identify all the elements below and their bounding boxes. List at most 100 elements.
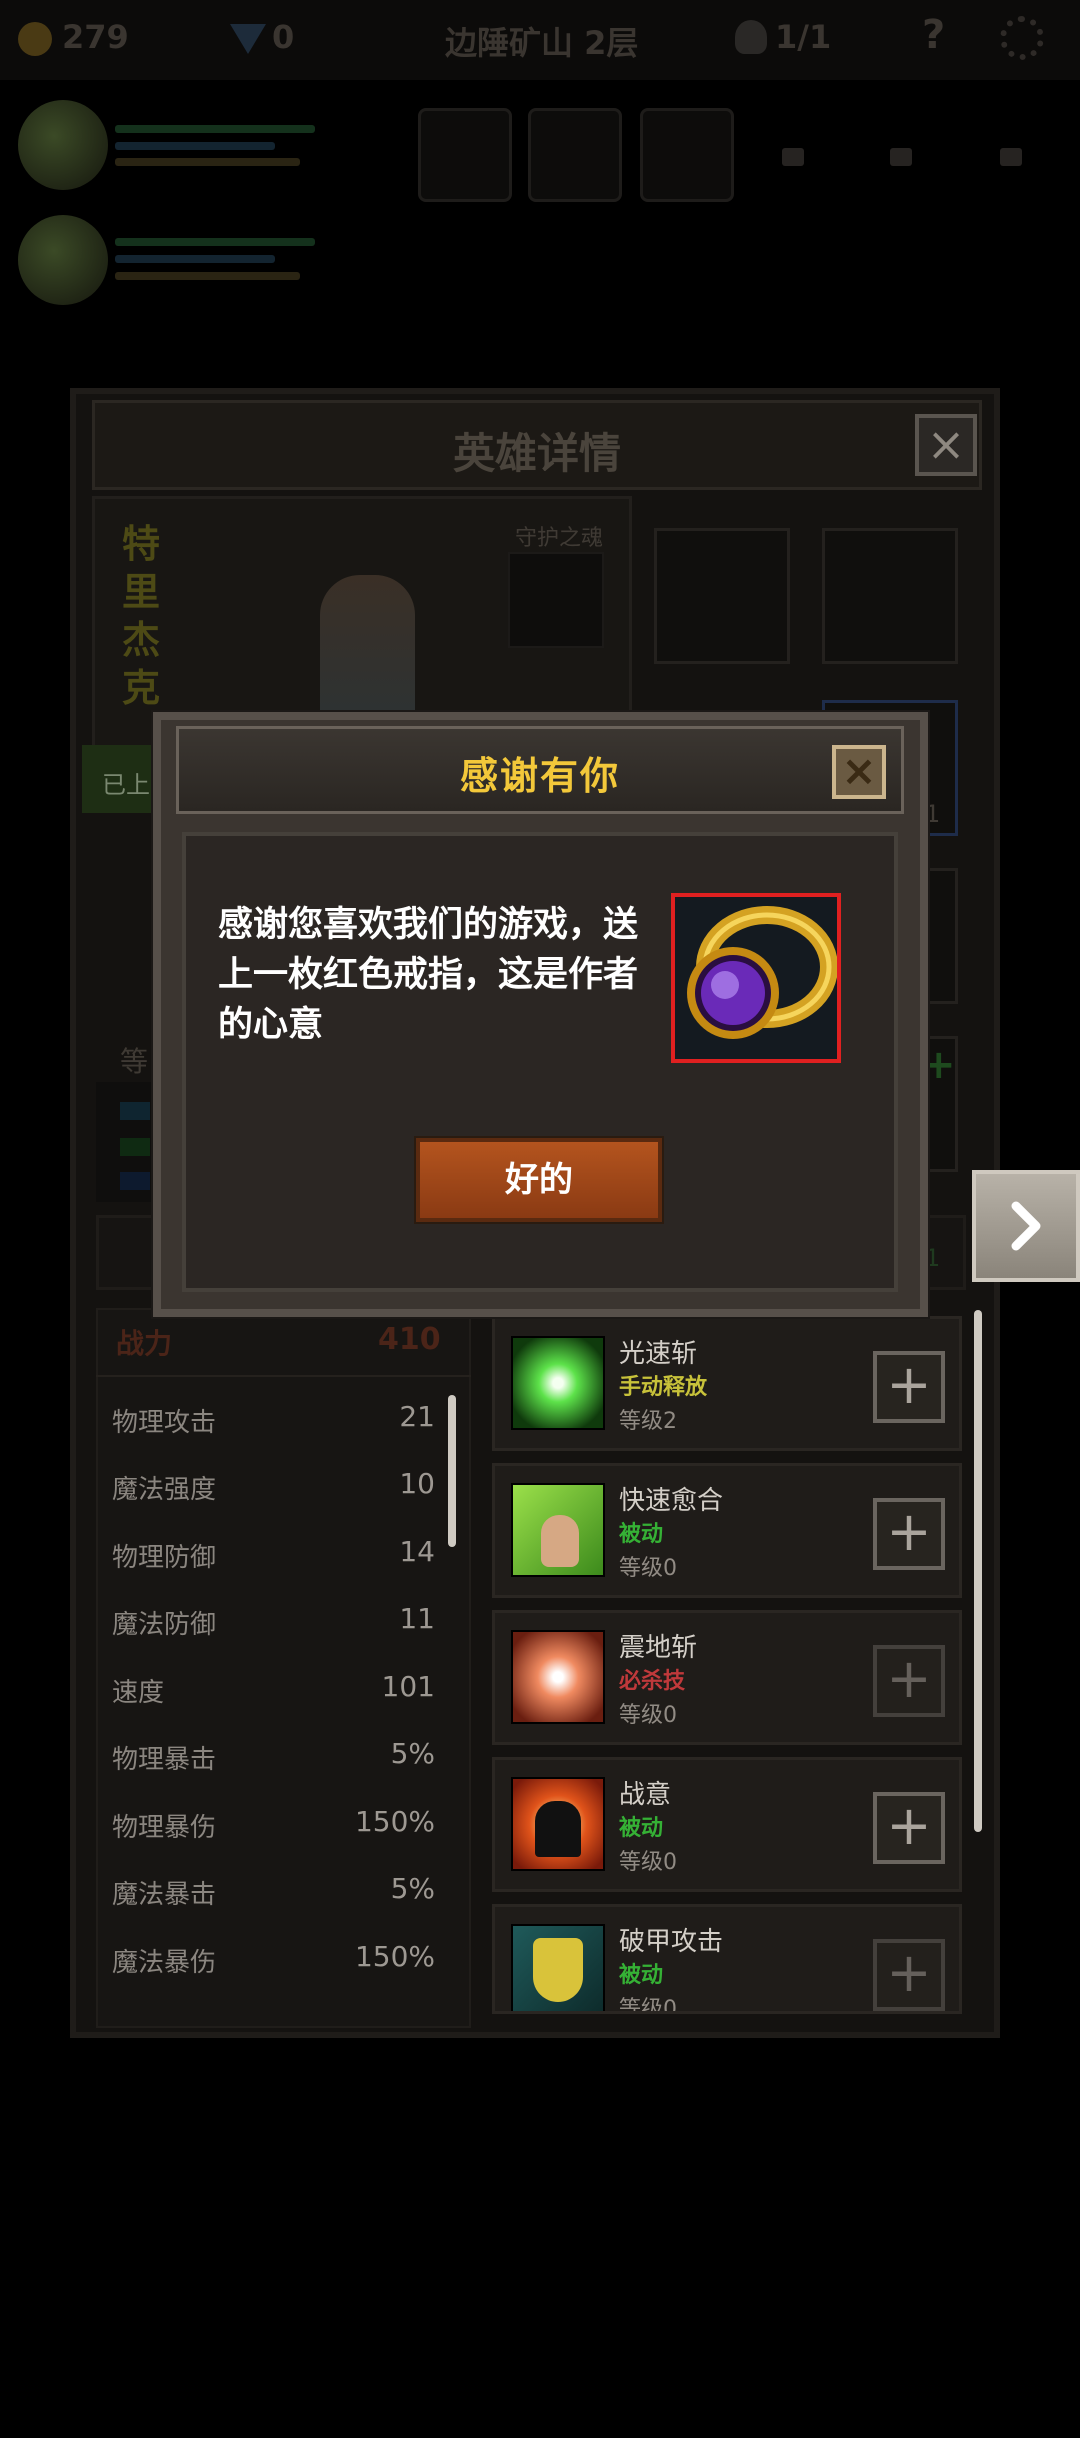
stat-value: 5% [390, 1737, 435, 1770]
power-label: 战力 [116, 1327, 173, 1360]
stat-row: 魔法暴击 5% [110, 1858, 435, 1924]
skill-type: 必杀技 [619, 1669, 686, 1694]
next-arrow-button[interactable] [972, 1170, 1080, 1282]
green-burst-icon [511, 1336, 605, 1430]
stat-name: 魔法强度 [112, 1475, 217, 1505]
skill-level: 等级2 [619, 1409, 677, 1434]
settings-gear-icon[interactable] [1000, 16, 1044, 60]
level-label: 等 [120, 1045, 149, 1078]
stat-value: 150% [354, 1805, 435, 1838]
stat-name: 魔法暴击 [112, 1880, 217, 1910]
lock-icon [1000, 148, 1022, 166]
healing-hand-icon [511, 1483, 605, 1577]
hero-1-mp-bar [115, 142, 275, 150]
attribute-bar-green [120, 1138, 150, 1156]
skull-icon [735, 20, 767, 54]
chevron-right-icon [1011, 1201, 1041, 1251]
party-slot-1[interactable] [418, 108, 512, 202]
enemy-count: 1/1 [775, 18, 832, 56]
red-burst-icon [511, 1630, 605, 1724]
stat-value: 11 [399, 1602, 435, 1635]
stat-row: 速度 101 [110, 1656, 435, 1722]
stat-name: 物理攻击 [112, 1408, 217, 1438]
power-value: 410 [378, 1322, 441, 1357]
dialog-message: 感谢您喜欢我们的游戏，送上一枚红色戒指，这是作者的心意 [218, 905, 639, 1045]
skill-card[interactable]: 震地斩 必杀技 等级0 + [492, 1610, 962, 1745]
hero-2-hp-bar [115, 238, 315, 246]
skill-level: 等级0 [619, 1997, 677, 2014]
skill-card[interactable]: 光速斩 手动释放 等级2 + [492, 1316, 962, 1451]
stats-divider [96, 1375, 471, 1377]
hero-detail-title: 英雄详情 [452, 429, 621, 478]
stat-name: 物理防御 [112, 1543, 217, 1573]
hero-2-xp-bar [115, 272, 300, 280]
skill-card[interactable]: 战意 被动 等级0 + [492, 1757, 962, 1892]
party-slot-2[interactable] [528, 108, 622, 202]
skill-name: 光速斩 [619, 1339, 698, 1369]
skill-type: 被动 [619, 1816, 664, 1841]
warrior-silhouette-icon [511, 1777, 605, 1871]
skill-level: 等级0 [619, 1850, 677, 1875]
stat-name: 速度 [112, 1678, 165, 1708]
stat-row: 魔法防御 11 [110, 1588, 435, 1654]
equipment-slot-2[interactable] [822, 528, 958, 664]
stat-value: 21 [399, 1400, 435, 1433]
hero-portrait-1[interactable] [18, 100, 108, 190]
hero-name: 特里杰克 [122, 522, 161, 710]
help-button[interactable]: ? [922, 12, 945, 58]
dialog-title: 感谢有你 [459, 754, 620, 798]
skill-upgrade-button[interactable]: + [873, 1498, 945, 1570]
gold-amount: 279 [62, 18, 129, 56]
skill-name: 战意 [619, 1780, 672, 1810]
skill-name: 快速愈合 [619, 1486, 724, 1516]
lock-icon [890, 148, 912, 166]
gem-amount: 0 [272, 18, 295, 56]
ok-button[interactable]: 好的 [416, 1138, 662, 1222]
skill-upgrade-button[interactable]: + [873, 1645, 945, 1717]
dialog-close-button[interactable]: × [832, 745, 886, 799]
guardian-soul-slot[interactable] [508, 552, 604, 648]
skill-upgrade-button[interactable]: + [873, 1351, 945, 1423]
stat-name: 物理暴伤 [112, 1813, 217, 1843]
location-title: 边陲矿山 2层 [445, 24, 639, 62]
stat-name: 魔法暴伤 [112, 1948, 217, 1978]
stat-value: 14 [399, 1535, 435, 1568]
stat-value: 10 [399, 1467, 435, 1500]
attribute-bar-blue [120, 1102, 150, 1120]
skill-type: 被动 [619, 1963, 664, 1988]
skill-level: 等级0 [619, 1556, 677, 1581]
skill-type: 被动 [619, 1522, 664, 1547]
hero-detail-close-button[interactable]: × [915, 414, 977, 476]
skill-name: 震地斩 [619, 1633, 698, 1663]
stat-value: 101 [381, 1670, 435, 1703]
deployed-badge: 已上 [102, 771, 150, 799]
equipment-slot-1[interactable] [654, 528, 790, 664]
stat-row: 物理防御 14 [110, 1521, 435, 1587]
skill-card[interactable]: 快速愈合 被动 等级0 + [492, 1463, 962, 1598]
skill-upgrade-button[interactable]: + [873, 1939, 945, 2011]
stats-scrollbar[interactable] [448, 1395, 456, 1547]
hero-2-mp-bar [115, 255, 275, 263]
hero-1-hp-bar [115, 125, 315, 133]
cracked-shield-icon [511, 1924, 605, 2011]
gold-coin-icon [18, 22, 52, 56]
party-slot-3[interactable] [640, 108, 734, 202]
hero-1-xp-bar [115, 158, 300, 166]
stat-value: 150% [354, 1940, 435, 1973]
reward-item-frame[interactable] [671, 893, 841, 1063]
stat-name: 魔法防御 [112, 1610, 217, 1640]
hero-portrait-2[interactable] [18, 215, 108, 305]
stat-name: 物理暴击 [112, 1745, 217, 1775]
skills-scrollbar[interactable] [974, 1310, 982, 1832]
guardian-soul-label: 守护之魂 [515, 526, 604, 551]
skill-level: 等级0 [619, 1703, 677, 1728]
stat-row: 物理暴击 5% [110, 1723, 435, 1789]
skill-upgrade-button[interactable]: + [873, 1792, 945, 1864]
skill-card[interactable]: 破甲攻击 被动 等级0 + [492, 1904, 962, 2014]
gem-icon [230, 24, 266, 54]
stat-row: 魔法暴伤 150% [110, 1926, 435, 1992]
stat-row: 物理攻击 21 [110, 1386, 435, 1452]
skill-type: 手动释放 [619, 1375, 708, 1400]
attribute-bar-navy [120, 1172, 150, 1190]
purple-gem-ring-icon [687, 906, 837, 1039]
